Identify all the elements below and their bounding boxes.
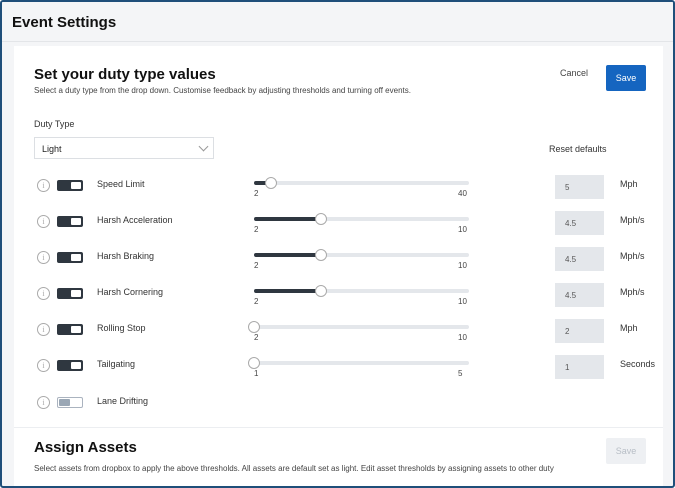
slider-max-label: 10 — [458, 225, 467, 234]
slider-thumb[interactable] — [314, 213, 327, 225]
section-title: Set your duty type values — [34, 66, 216, 83]
unit-label: Mph — [620, 179, 638, 189]
event-label: Speed Limit — [97, 179, 145, 189]
section-subtitle: Select a duty type from the drop down. C… — [34, 86, 411, 95]
duty-type-select[interactable]: Light — [34, 137, 214, 159]
event-row-speed-limit: i Speed Limit 2 40 5 Mph — [14, 173, 663, 201]
slider-max-label: 10 — [458, 333, 467, 342]
toggle-knob — [71, 290, 81, 297]
threshold-slider[interactable] — [254, 285, 469, 297]
slider-thumb[interactable] — [314, 249, 327, 261]
toggle-knob — [71, 326, 81, 333]
event-row-harsh-acceleration: i Harsh Acceleration 2 10 4.5 Mph/s — [14, 209, 663, 237]
threshold-value-field[interactable]: 4.5 — [555, 247, 604, 271]
threshold-value-field[interactable]: 4.5 — [555, 211, 604, 235]
threshold-slider[interactable] — [248, 357, 469, 369]
event-row-harsh-braking: i Harsh Braking 2 10 4.5 Mph/s — [14, 245, 663, 273]
event-row-tailgating: i Tailgating 1 5 1 Seconds — [14, 353, 663, 381]
event-toggle[interactable] — [57, 397, 83, 408]
reset-defaults-label: Reset defaults — [549, 144, 607, 154]
cancel-button[interactable]: Cancel — [560, 68, 588, 78]
slider-thumb[interactable] — [248, 321, 260, 333]
slider-thumb[interactable] — [314, 285, 327, 297]
toggle-knob — [71, 218, 81, 225]
info-icon[interactable]: i — [37, 287, 50, 300]
event-row-lane-drifting: i Lane Drifting — [14, 390, 663, 418]
event-toggle[interactable] — [57, 180, 83, 191]
event-toggle[interactable] — [57, 360, 83, 371]
slider-min-label: 2 — [254, 261, 259, 270]
slider-fill — [254, 289, 321, 293]
threshold-slider[interactable] — [254, 213, 469, 225]
info-icon[interactable]: i — [37, 323, 50, 336]
toggle-knob — [59, 399, 70, 406]
info-icon[interactable]: i — [37, 251, 50, 264]
assign-assets-description: Select assets from dropbox to apply the … — [34, 464, 554, 473]
threshold-value-field[interactable]: 4.5 — [555, 283, 604, 307]
event-toggle[interactable] — [57, 324, 83, 335]
threshold-slider[interactable] — [254, 177, 469, 189]
threshold-value-field[interactable]: 1 — [555, 355, 604, 379]
divider — [14, 427, 663, 428]
event-toggle[interactable] — [57, 288, 83, 299]
threshold-value-field[interactable]: 5 — [555, 175, 604, 199]
threshold-value-field[interactable]: 2 — [555, 319, 604, 343]
slider-fill — [254, 217, 321, 221]
toggle-knob — [71, 362, 81, 369]
event-label: Harsh Acceleration — [97, 215, 173, 225]
slider-min-label: 2 — [254, 189, 259, 198]
slider-min-label: 2 — [254, 333, 259, 342]
slider-thumb[interactable] — [265, 177, 278, 189]
unit-label: Mph/s — [620, 287, 645, 297]
event-label: Tailgating — [97, 359, 136, 369]
event-toggle[interactable] — [57, 216, 83, 227]
threshold-slider[interactable] — [254, 249, 469, 261]
info-icon[interactable]: i — [37, 396, 50, 409]
threshold-slider[interactable] — [248, 321, 469, 333]
assign-save-button[interactable]: Save — [606, 438, 646, 464]
duty-type-value: Light — [42, 144, 62, 154]
slider-min-label: 2 — [254, 297, 259, 306]
unit-label: Mph — [620, 323, 638, 333]
event-toggle[interactable] — [57, 252, 83, 263]
event-row-harsh-cornering: i Harsh Cornering 2 10 4.5 Mph/s — [14, 281, 663, 309]
chevron-down-icon — [198, 141, 209, 152]
slider-max-label: 5 — [458, 369, 463, 378]
info-icon[interactable]: i — [37, 215, 50, 228]
slider-thumb[interactable] — [248, 357, 260, 369]
info-icon[interactable]: i — [37, 179, 50, 192]
unit-label: Seconds — [620, 359, 656, 369]
toggle-knob — [71, 254, 81, 261]
settings-panel: Set your duty type values Select a duty … — [14, 46, 663, 486]
toggle-knob — [71, 182, 81, 189]
slider-max-label: 10 — [458, 261, 467, 270]
duty-type-label: Duty Type — [34, 119, 75, 129]
save-button[interactable]: Save — [606, 65, 646, 91]
slider-min-label: 2 — [254, 225, 259, 234]
unit-label: Mph/s — [620, 251, 645, 261]
slider-max-label: 10 — [458, 297, 467, 306]
event-label: Lane Drifting — [97, 396, 149, 406]
event-label: Harsh Braking — [97, 251, 155, 261]
event-settings-window: Event Settings Set your duty type values… — [0, 0, 675, 488]
assign-assets-title: Assign Assets — [34, 439, 137, 456]
info-icon[interactable]: i — [37, 359, 50, 372]
event-label: Harsh Cornering — [97, 287, 164, 297]
header: Event Settings — [2, 2, 673, 42]
slider-max-label: 40 — [458, 189, 467, 198]
slider-min-label: 1 — [254, 369, 259, 378]
event-label: Rolling Stop — [97, 323, 146, 333]
page-title: Event Settings — [12, 14, 117, 31]
slider-fill — [254, 253, 321, 257]
event-row-rolling-stop: i Rolling Stop 2 10 2 Mph — [14, 317, 663, 345]
unit-label: Mph/s — [620, 215, 645, 225]
